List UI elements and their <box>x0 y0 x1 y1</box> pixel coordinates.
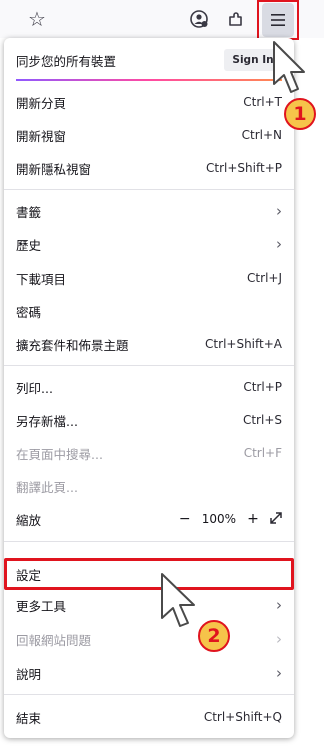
chevron-right-icon: › <box>276 235 282 253</box>
sync-row: 同步您的所有裝置 Sign In <box>16 45 282 75</box>
chevron-right-icon: › <box>276 664 282 682</box>
divider <box>4 365 294 366</box>
menu-item-history[interactable]: 歷史 › <box>16 229 282 259</box>
shortcut-label: Ctrl+Shift+P <box>206 161 282 175</box>
cursor-arrow-icon <box>161 573 195 627</box>
menu-item-label: 更多工具 <box>16 598 67 614</box>
app-menu-panel: 同步您的所有裝置 Sign In 開新分頁 Ctrl+T 開新視窗 Ctrl+N… <box>4 38 294 738</box>
zoom-level[interactable]: 100% <box>202 512 236 526</box>
menu-item-more-tools[interactable]: 更多工具 › <box>16 590 282 620</box>
divider <box>4 541 294 542</box>
menu-item-label: 開新分頁 <box>16 95 67 111</box>
menu-item-label: 翻譯此頁... <box>16 479 78 495</box>
menu-item-print[interactable]: 列印... Ctrl+P <box>16 372 282 402</box>
menu-item-new-window[interactable]: 開新視窗 Ctrl+N <box>16 120 282 150</box>
menu-item-quit[interactable]: 結束 Ctrl+Shift+Q <box>16 702 282 732</box>
menu-item-label: 下載項目 <box>16 271 67 287</box>
fullscreen-icon[interactable] <box>270 511 282 527</box>
menu-item-label: 結束 <box>16 710 42 726</box>
shortcut-label: Ctrl+P <box>243 380 282 394</box>
menu-item-zoom: 縮放 − 100% + <box>16 504 282 534</box>
zoom-controls: − 100% + <box>176 511 282 527</box>
zoom-out-button[interactable]: − <box>176 511 194 527</box>
menu-button-highlight <box>257 0 299 40</box>
step-badge-2: 2 <box>198 620 230 652</box>
cursor-arrow-icon <box>273 41 305 93</box>
shortcut-label: Ctrl+N <box>241 128 282 142</box>
divider <box>4 694 294 695</box>
browser-toolbar: ☆ <box>0 0 324 40</box>
divider <box>4 189 294 190</box>
zoom-in-button[interactable]: + <box>244 511 262 527</box>
shortcut-label: Ctrl+S <box>242 413 282 427</box>
chevron-right-icon: › <box>276 596 282 614</box>
menu-item-addons[interactable]: 擴充套件和佈景主題 Ctrl+Shift+A <box>16 329 282 359</box>
menu-item-new-private-window[interactable]: 開新隱私視窗 Ctrl+Shift+P <box>16 153 282 183</box>
menu-item-label: 開新視窗 <box>16 128 67 144</box>
menu-item-report-site[interactable]: 回報網站問題 › <box>16 624 282 654</box>
menu-item-passwords[interactable]: 密碼 <box>16 296 282 326</box>
shortcut-label: Ctrl+F <box>243 446 282 460</box>
menu-item-new-tab[interactable]: 開新分頁 Ctrl+T <box>16 87 282 117</box>
menu-item-label: 在頁面中搜尋... <box>16 446 103 462</box>
menu-item-label: 開新隱私視窗 <box>16 161 92 177</box>
settings-highlight <box>4 558 294 590</box>
extensions-icon[interactable] <box>225 8 247 30</box>
menu-item-label: 另存新檔... <box>16 413 78 429</box>
menu-item-label: 縮放 <box>16 512 42 528</box>
menu-item-translate[interactable]: 翻譯此頁... <box>16 471 282 501</box>
sync-divider <box>16 79 282 81</box>
menu-item-bookmarks[interactable]: 書籤 › <box>16 196 282 226</box>
menu-item-label: 列印... <box>16 380 53 396</box>
menu-item-label: 擴充套件和佈景主題 <box>16 337 129 353</box>
menu-item-help[interactable]: 說明 › <box>16 658 282 688</box>
menu-item-label: 說明 <box>16 666 42 682</box>
step-badge-1: 1 <box>284 98 316 130</box>
shortcut-label: Ctrl+J <box>247 271 282 285</box>
menu-item-downloads[interactable]: 下載項目 Ctrl+J <box>16 263 282 293</box>
menu-item-save-as[interactable]: 另存新檔... Ctrl+S <box>16 405 282 435</box>
menu-item-label: 密碼 <box>16 304 42 320</box>
shortcut-label: Ctrl+Shift+Q <box>203 710 282 724</box>
shortcut-label: Ctrl+Shift+A <box>205 337 282 351</box>
sync-label: 同步您的所有裝置 <box>16 53 117 69</box>
chevron-right-icon: › <box>276 630 282 648</box>
menu-item-label: 回報網站問題 <box>16 632 92 648</box>
chevron-right-icon: › <box>276 202 282 220</box>
menu-item-label: 書籤 <box>16 204 42 220</box>
menu-item-find-in-page[interactable]: 在頁面中搜尋... Ctrl+F <box>16 438 282 468</box>
menu-item-label: 歷史 <box>16 237 42 253</box>
account-icon[interactable] <box>189 9 209 29</box>
star-icon[interactable]: ☆ <box>24 6 50 32</box>
